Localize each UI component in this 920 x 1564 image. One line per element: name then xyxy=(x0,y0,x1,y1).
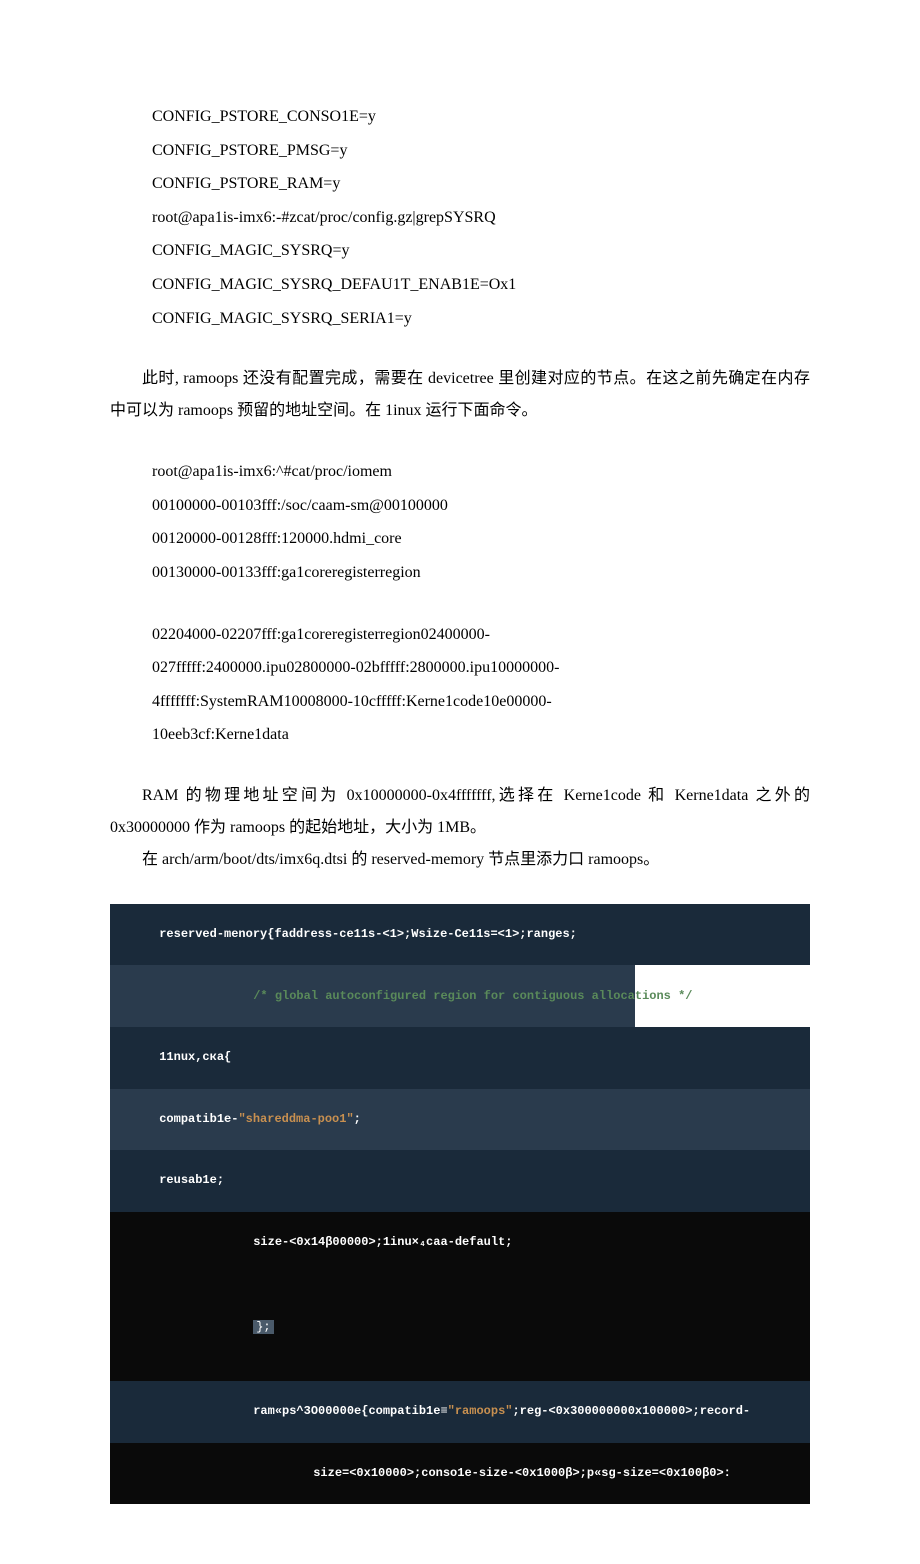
code-text: 11nux,cка{ xyxy=(159,1050,231,1064)
code-text: size=<0x10000>;conso1e-size-<0x1000β>;p«… xyxy=(313,1466,731,1480)
code-line: }; xyxy=(110,1296,810,1358)
code-line: reusab1e; xyxy=(110,1150,810,1212)
iomem-line: 00130000-00133fff:ga1coreregisterregion xyxy=(152,556,810,590)
config-line: CONFIG_MAGIC_SYSRQ=y xyxy=(152,234,810,268)
iomem-line: 10eeb3cf:Kerne1data xyxy=(152,718,810,752)
document-page: CONFIG_PSTORE_CONSO1E=y CONFIG_PSTORE_PM… xyxy=(0,0,920,1564)
code-line: 11nux,cка{ xyxy=(110,1027,810,1089)
paragraph-1: 此时, ramoops 还没有配置完成，需要在 devicetree 里创建对应… xyxy=(110,363,810,427)
code-text: reserved-menory{faddress-ce11s-<1>;Wsize… xyxy=(159,927,577,941)
code-line: compatib1e-"shareddma-poo1"; xyxy=(110,1089,810,1151)
paragraph-text: RAM 的物理地址空间为 0x10000000-0x4fffffff,选择在 K… xyxy=(110,780,810,844)
code-text: ram«ps^3O00000e{compatib1e≡ xyxy=(253,1404,447,1418)
code-line-blank xyxy=(110,1358,810,1381)
paragraph-text: 在 arch/arm/boot/dts/imx6q.dtsi 的 reserve… xyxy=(110,844,659,876)
iomem-line: 027fffff:2400000.ipu02800000-02bfffff:28… xyxy=(152,651,810,685)
code-text: compatib1e- xyxy=(159,1112,238,1126)
config-line: CONFIG_PSTORE_CONSO1E=y xyxy=(152,100,810,134)
iomem-block-2: 02204000-02207fff:ga1coreregisterregion0… xyxy=(110,618,810,752)
code-string: "shareddma-poo1" xyxy=(238,1112,353,1126)
code-text: }; xyxy=(253,1320,273,1334)
config-block-1: CONFIG_PSTORE_CONSO1E=y CONFIG_PSTORE_PM… xyxy=(110,100,810,335)
code-line: ram«ps^3O00000e{compatib1e≡"ramoops";reg… xyxy=(110,1381,810,1443)
code-comment: /* global autoconfigured region for cont… xyxy=(253,989,692,1003)
config-line: CONFIG_MAGIC_SYSRQ_DEFAU1T_ENAB1E=Ox1 xyxy=(152,268,810,302)
iomem-block-1: root@apa1is-imx6:^#cat/proc/iomem 001000… xyxy=(110,455,810,589)
code-line: reserved-menory{faddress-ce11s-<1>;Wsize… xyxy=(110,904,810,966)
code-line-comment: /* global autoconfigured region for cont… xyxy=(110,965,635,1027)
config-line: CONFIG_MAGIC_SYSRQ_SERIA1=y xyxy=(152,302,810,336)
code-line: size-<0x14β00000>;1inu×₄caa-default; xyxy=(110,1212,810,1274)
iomem-line: 00100000-00103fff:/soc/caam-sm@00100000 xyxy=(152,489,810,523)
device-tree-code-block: reserved-menory{faddress-ce11s-<1>;Wsize… xyxy=(110,904,810,1504)
code-text: reusab1e; xyxy=(159,1173,224,1187)
code-line: size=<0x10000>;conso1e-size-<0x1000β>;p«… xyxy=(110,1443,810,1505)
iomem-line: 00120000-00128fff:120000.hdmi_core xyxy=(152,522,810,556)
iomem-line: 4fffffff:SystemRAM10008000-10cfffff:Kern… xyxy=(152,685,810,719)
paragraph-3: 在 arch/arm/boot/dts/imx6q.dtsi 的 reserve… xyxy=(110,844,810,876)
config-line: CONFIG_PSTORE_PMSG=y xyxy=(152,134,810,168)
paragraph-text: 此时, ramoops 还没有配置完成，需要在 devicetree 里创建对应… xyxy=(110,363,810,427)
code-text: size-<0x14β00000>;1inu×₄caa-default; xyxy=(253,1235,512,1249)
config-line: CONFIG_PSTORE_RAM=y xyxy=(152,167,810,201)
code-string: "ramoops" xyxy=(448,1404,513,1418)
code-text: ;reg-<0x300000000x100000>;record- xyxy=(512,1404,750,1418)
config-line: root@apa1is-imx6:-#zcat/proc/config.gz|g… xyxy=(152,201,810,235)
code-line-blank xyxy=(110,1273,810,1296)
paragraph-2: RAM 的物理地址空间为 0x10000000-0x4fffffff,选择在 K… xyxy=(110,780,810,844)
iomem-line: root@apa1is-imx6:^#cat/proc/iomem xyxy=(152,455,810,489)
iomem-line: 02204000-02207fff:ga1coreregisterregion0… xyxy=(152,618,810,652)
code-text: ; xyxy=(354,1112,361,1126)
